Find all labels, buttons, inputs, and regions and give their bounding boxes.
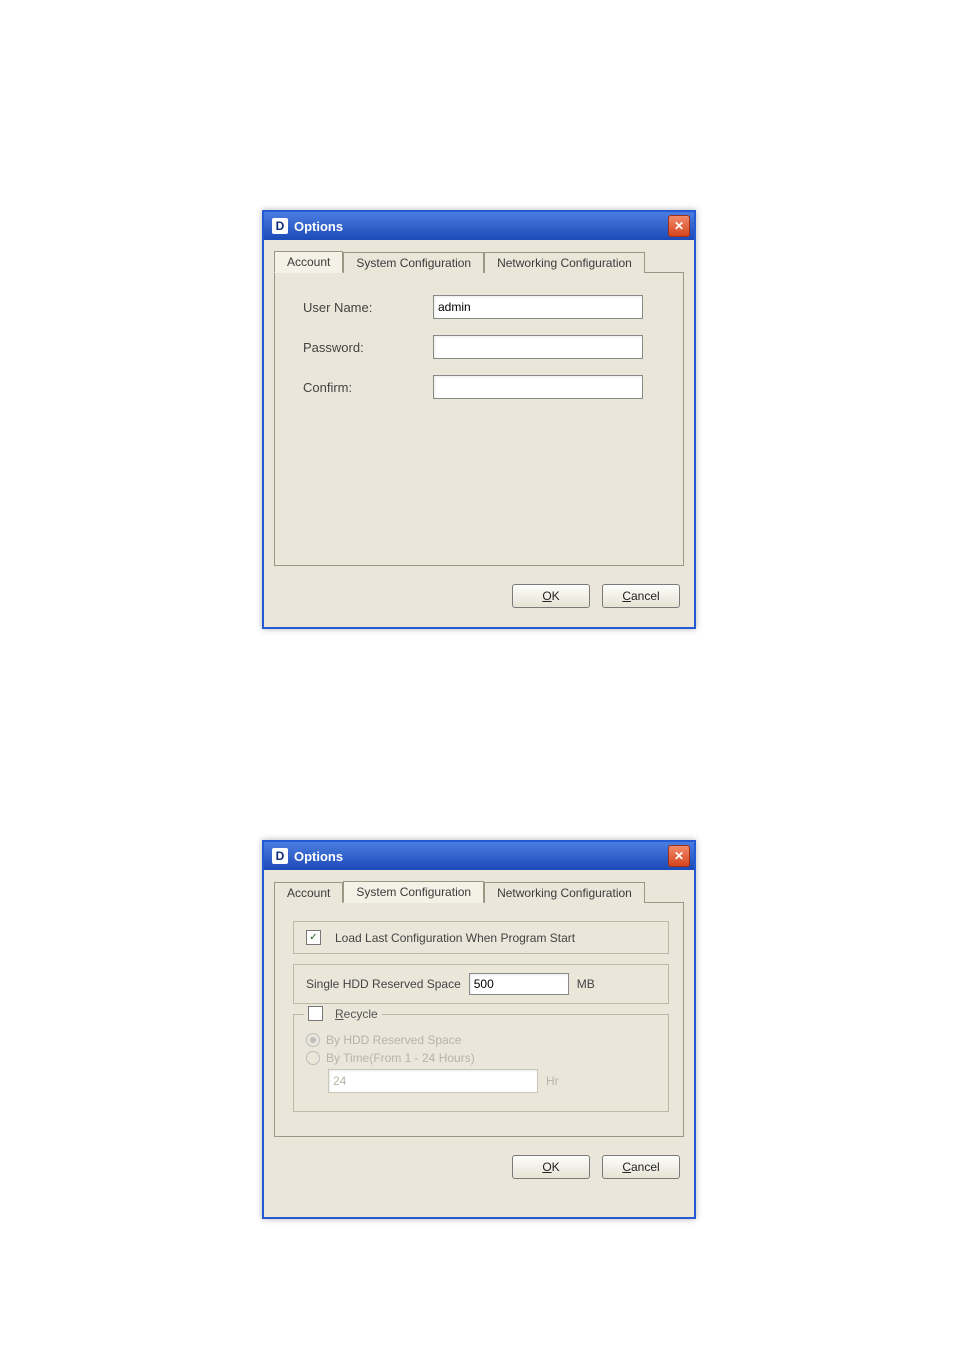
window-title: Options	[294, 849, 668, 864]
cancel-button[interactable]: Cancel	[602, 584, 680, 608]
recycle-checkbox[interactable]	[308, 1006, 323, 1021]
tabstrip: Account System Configuration Networking …	[264, 240, 694, 272]
tab-account[interactable]: Account	[274, 251, 343, 273]
tab-system-configuration[interactable]: System Configuration	[343, 881, 484, 903]
options-dialog-account: D Options ✕ Account System Configuration…	[262, 210, 696, 629]
options-dialog-system: D Options ✕ Account System Configuration…	[262, 840, 696, 1219]
password-input[interactable]	[433, 335, 643, 359]
hdd-reserve-group: Single HDD Reserved Space MB	[293, 964, 669, 1004]
recycle-time-input	[328, 1069, 538, 1093]
system-config-panel: Load Last Configuration When Program Sta…	[275, 903, 683, 1136]
recycle-by-space-radio	[306, 1033, 320, 1047]
app-icon: D	[272, 218, 288, 234]
app-icon: D	[272, 848, 288, 864]
confirm-label: Confirm:	[303, 380, 433, 395]
load-last-label: Load Last Configuration When Program Sta…	[335, 931, 575, 945]
tab-networking-configuration[interactable]: Networking Configuration	[484, 252, 645, 273]
recycle-by-time-label: By Time(From 1 - 24 Hours)	[326, 1051, 475, 1065]
titlebar[interactable]: D Options ✕	[264, 212, 694, 240]
hdd-reserve-unit: MB	[577, 977, 595, 991]
recycle-title: Recycle	[335, 1007, 378, 1021]
load-last-checkbox[interactable]	[306, 930, 321, 945]
window-title: Options	[294, 219, 668, 234]
tab-account[interactable]: Account	[274, 882, 343, 903]
tab-networking-configuration[interactable]: Networking Configuration	[484, 882, 645, 903]
account-panel: User Name: Password: Confirm:	[275, 273, 683, 565]
close-icon[interactable]: ✕	[668, 845, 690, 867]
confirm-input[interactable]	[433, 375, 643, 399]
recycle-options: By HDD Reserved Space By Time(From 1 - 2…	[306, 1033, 656, 1093]
tab-system-configuration[interactable]: System Configuration	[343, 252, 484, 273]
recycle-time-unit: Hr	[546, 1074, 559, 1088]
tab-panel: Load Last Configuration When Program Sta…	[274, 902, 684, 1137]
titlebar[interactable]: D Options ✕	[264, 842, 694, 870]
load-last-group: Load Last Configuration When Program Sta…	[293, 921, 669, 954]
password-label: Password:	[303, 340, 433, 355]
cancel-button[interactable]: Cancel	[602, 1155, 680, 1179]
tab-panel: User Name: Password: Confirm:	[274, 272, 684, 566]
ok-button[interactable]: OK	[512, 1155, 590, 1179]
ok-button[interactable]: OK	[512, 584, 590, 608]
hdd-reserve-input[interactable]	[469, 973, 569, 995]
close-icon[interactable]: ✕	[668, 215, 690, 237]
recycle-by-space-label: By HDD Reserved Space	[326, 1033, 461, 1047]
recycle-group: Recycle By HDD Reserved Space By Time(Fr…	[293, 1014, 669, 1112]
hdd-reserve-label: Single HDD Reserved Space	[306, 977, 461, 991]
tabstrip: Account System Configuration Networking …	[264, 870, 694, 902]
user-name-input[interactable]	[433, 295, 643, 319]
dialog-button-row: OK Cancel	[264, 576, 694, 620]
dialog-button-row: OK Cancel	[264, 1147, 694, 1191]
user-name-label: User Name:	[303, 300, 433, 315]
recycle-by-time-radio	[306, 1051, 320, 1065]
